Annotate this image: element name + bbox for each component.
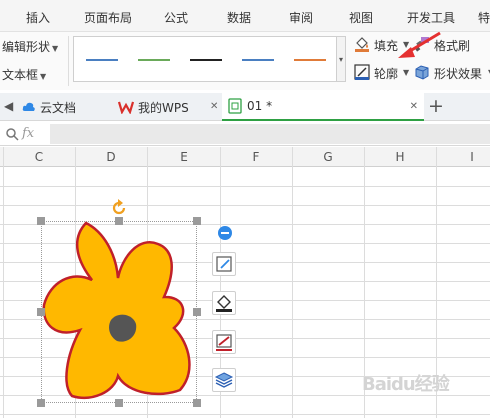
menu-page-layout[interactable]: 页面布局 xyxy=(84,9,132,26)
flower-shape[interactable] xyxy=(0,146,240,418)
menu-developer[interactable]: 开发工具 xyxy=(407,9,455,26)
fill-bucket-icon[interactable] xyxy=(354,36,370,52)
column-header[interactable]: F xyxy=(246,150,266,164)
resize-handle[interactable] xyxy=(37,217,45,225)
layers-icon xyxy=(214,372,234,388)
resize-handle[interactable] xyxy=(37,399,45,407)
menu-more[interactable]: 特 xyxy=(478,9,490,26)
tab-scroll-left-icon[interactable]: ◀ xyxy=(4,99,13,113)
line-style-swatch[interactable] xyxy=(86,59,118,61)
watermark: Baidu经验 xyxy=(362,374,450,395)
column-header[interactable]: I xyxy=(462,150,482,164)
tab-my-wps[interactable]: 我的WPS xyxy=(118,93,189,121)
add-tab-icon[interactable]: + xyxy=(428,95,444,117)
grid-line xyxy=(292,147,293,418)
gallery-more-button[interactable]: ▾ xyxy=(336,36,346,82)
resize-handle[interactable] xyxy=(37,308,45,316)
tab-label: 我的WPS xyxy=(138,100,189,115)
edit-shape-label: 编辑形状 xyxy=(2,40,51,54)
text-box-label: 文本框 xyxy=(2,68,39,82)
line-style-swatch[interactable] xyxy=(242,59,274,61)
resize-handle[interactable] xyxy=(115,399,123,407)
fx-label[interactable]: fx xyxy=(22,126,34,141)
edit-shape-icon xyxy=(216,256,232,272)
menu-insert[interactable]: 插入 xyxy=(26,9,50,26)
annotation-arrow-icon xyxy=(398,31,441,58)
resize-handle[interactable] xyxy=(115,217,123,225)
fill-bucket-icon xyxy=(216,295,232,312)
spreadsheet-icon xyxy=(228,98,242,114)
outline-button[interactable]: 轮廓 xyxy=(374,65,398,82)
formula-input[interactable] xyxy=(50,124,490,144)
rotate-icon[interactable] xyxy=(110,199,128,217)
collapse-icon[interactable] xyxy=(217,225,233,241)
tab-label: 01 * xyxy=(247,99,273,113)
chevron-down-icon: ▼ xyxy=(52,44,59,53)
text-box-button[interactable]: 文本框 ▼ xyxy=(2,66,46,83)
document-tab-bar: ◀ 云文档 我的WPS 01 * ✕ ✕ + xyxy=(0,93,490,121)
chevron-down-icon[interactable]: ▼ xyxy=(403,68,409,77)
shape-effects-button[interactable]: 形状效果 xyxy=(434,65,482,82)
line-style-swatch[interactable] xyxy=(138,59,170,61)
fill-float-button[interactable] xyxy=(212,291,236,315)
menu-data[interactable]: 数据 xyxy=(227,9,251,26)
menu-view[interactable]: 视图 xyxy=(349,9,373,26)
ribbon-divider xyxy=(68,36,69,86)
tab-label: 云文档 xyxy=(40,100,77,115)
resize-handle[interactable] xyxy=(193,308,201,316)
menu-review[interactable]: 审阅 xyxy=(289,9,313,26)
column-header[interactable]: H xyxy=(390,150,410,164)
close-icon[interactable]: ✕ xyxy=(410,101,418,112)
tab-cloud-docs[interactable]: 云文档 xyxy=(22,93,76,121)
outline-pen-icon xyxy=(216,334,232,351)
shape-effects-icon[interactable] xyxy=(414,64,430,80)
column-header[interactable]: G xyxy=(318,150,338,164)
search-icon[interactable] xyxy=(5,127,19,141)
cloud-doc-icon xyxy=(22,102,35,111)
menu-bar: 插入 页面布局 公式 数据 审阅 视图 开发工具 特 xyxy=(0,0,490,32)
formula-bar: fx xyxy=(0,122,490,146)
line-style-gallery[interactable] xyxy=(73,36,337,82)
line-style-swatch[interactable] xyxy=(294,59,326,61)
outline-float-button[interactable] xyxy=(212,330,236,354)
chevron-down-icon: ▼ xyxy=(40,72,47,81)
edit-shape-button[interactable]: 编辑形状 ▼ xyxy=(2,38,58,55)
wps-logo-icon xyxy=(118,101,134,114)
line-style-swatch[interactable] xyxy=(190,59,222,61)
resize-handle[interactable] xyxy=(193,399,201,407)
outline-pen-icon[interactable] xyxy=(354,64,370,80)
tab-spreadsheet-01[interactable]: 01 * ✕ xyxy=(222,93,424,121)
menu-formula[interactable]: 公式 xyxy=(164,9,188,26)
close-icon[interactable]: ✕ xyxy=(210,101,218,112)
layers-float-button[interactable] xyxy=(212,368,236,392)
edit-shape-float-button[interactable] xyxy=(212,252,236,276)
resize-handle[interactable] xyxy=(193,217,201,225)
